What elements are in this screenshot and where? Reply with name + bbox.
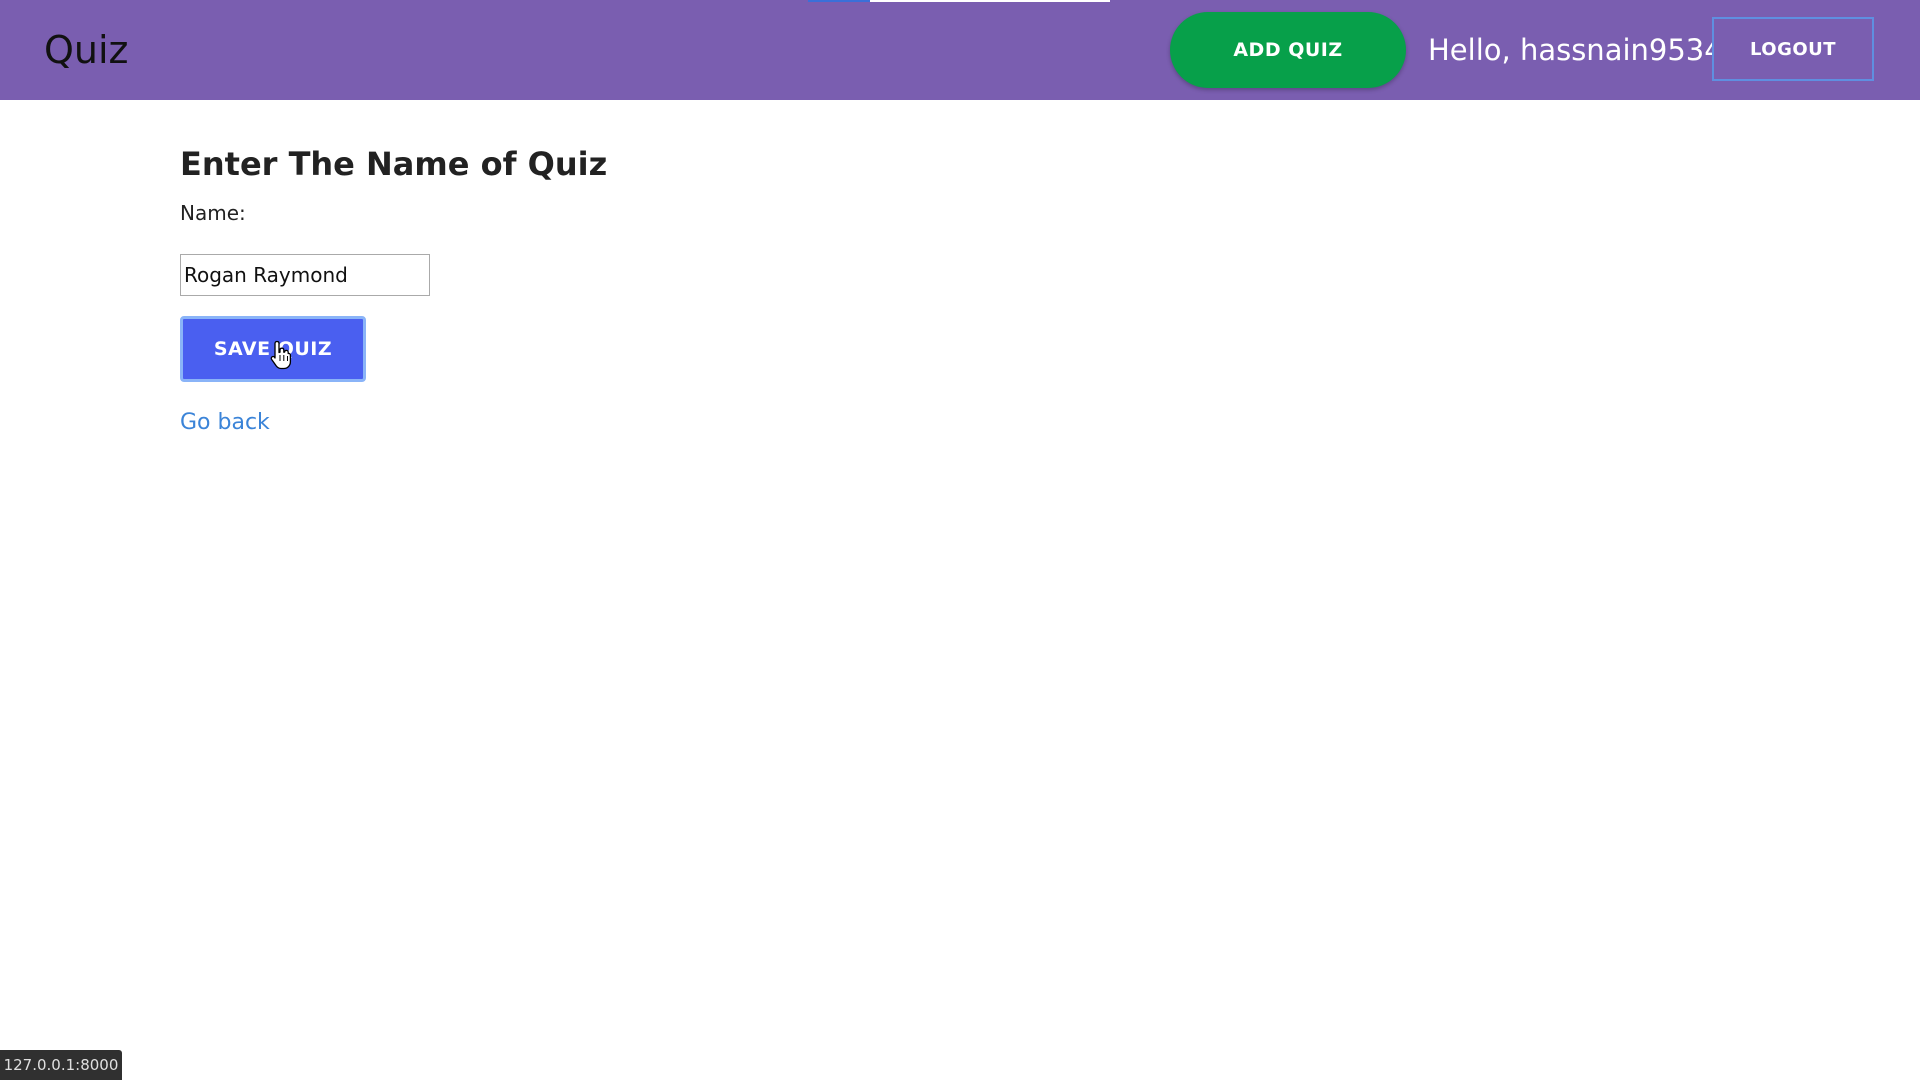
quiz-form-section: Enter The Name of Quiz Name: SAVE QUIZ G…: [180, 140, 607, 435]
top-navbar: Quiz ADD QUIZ Hello, hassnain95342 LOGOU…: [0, 0, 1920, 100]
progress-segment-white: [870, 0, 1110, 2]
status-bar-url: 127.0.0.1:8000: [0, 1050, 122, 1080]
quiz-name-input[interactable]: [180, 254, 430, 296]
hand-pointer-icon: [270, 340, 292, 370]
brand-link[interactable]: Quiz: [44, 28, 129, 72]
add-quiz-button[interactable]: ADD QUIZ: [1170, 12, 1406, 88]
page-title: Enter The Name of Quiz: [180, 145, 608, 183]
page-load-progress: [808, 0, 1110, 2]
progress-segment-blue: [808, 0, 870, 2]
user-greeting: Hello, hassnain95342: [1428, 33, 1742, 67]
name-label: Name:: [180, 201, 246, 225]
go-back-link[interactable]: Go back: [180, 410, 270, 435]
logout-button[interactable]: LOGOUT: [1712, 17, 1874, 81]
